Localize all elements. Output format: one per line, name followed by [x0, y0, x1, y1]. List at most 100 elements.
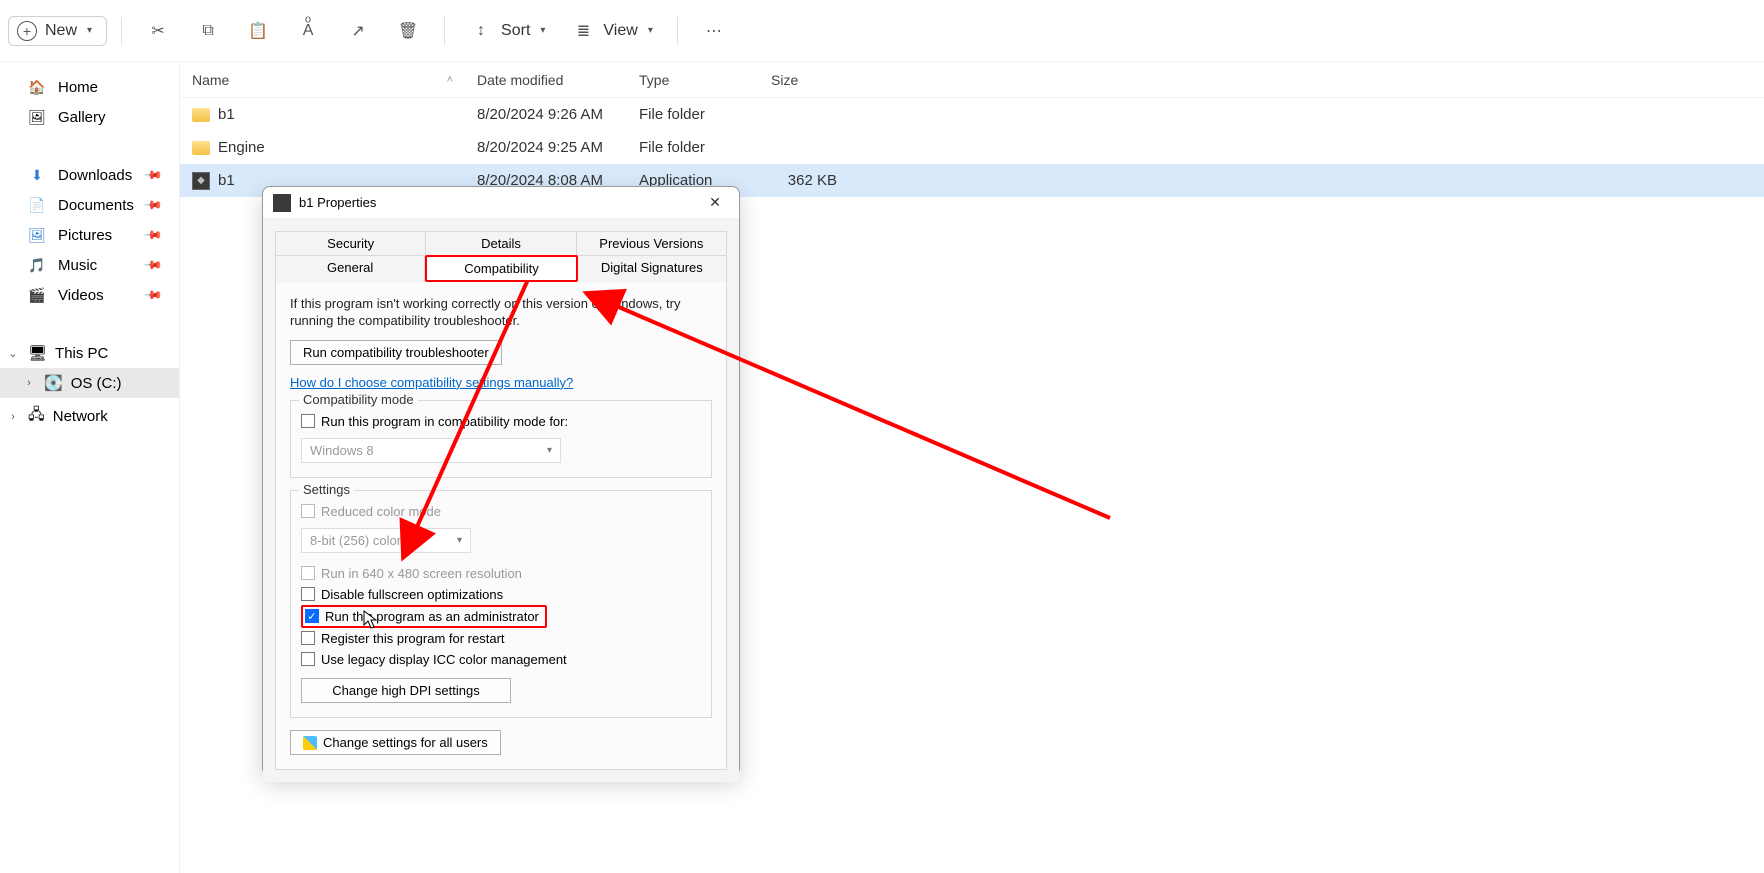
copy-button[interactable]: ⧉ — [186, 16, 230, 46]
compatibility-mode-group: Compatibility mode Run this program in c… — [290, 400, 712, 478]
help-link[interactable]: How do I choose compatibility settings m… — [290, 375, 573, 390]
button-label: Change settings for all users — [323, 735, 488, 750]
drive-icon: 💽 — [44, 374, 63, 392]
tab-digital-signatures[interactable]: Digital Signatures — [578, 255, 727, 282]
rename-button[interactable]: Aͦ — [286, 16, 330, 46]
group-title: Compatibility mode — [299, 392, 418, 407]
sort-button[interactable]: ↕ Sort ▾ — [459, 16, 555, 46]
nav-documents[interactable]: 📄Documents📌 — [0, 190, 179, 220]
paste-icon: 📋 — [246, 21, 270, 41]
col-name[interactable]: Name ˄ — [180, 72, 465, 88]
new-button[interactable]: + New ▾ — [8, 16, 107, 46]
checkbox-icon — [301, 652, 315, 666]
tab-details[interactable]: Details — [426, 231, 576, 255]
pin-icon: 📌 — [143, 225, 163, 245]
tab-security[interactable]: Security — [275, 231, 426, 255]
view-button[interactable]: ≣ View ▾ — [561, 15, 662, 47]
nav-network[interactable]: ›🖧Network — [0, 398, 179, 435]
compat-mode-select[interactable]: Windows 8 ▾ — [301, 438, 561, 463]
checkbox-label: Disable fullscreen optimizations — [321, 587, 503, 602]
settings-group: Settings Reduced color mode 8-bit (256) … — [290, 490, 712, 718]
cut-button[interactable]: ✂ — [136, 15, 180, 47]
tab-general[interactable]: General — [275, 255, 425, 282]
plus-icon: + — [17, 21, 37, 41]
chevron-down-icon: ▾ — [648, 25, 653, 36]
register-restart-checkbox[interactable]: Register this program for restart — [301, 628, 701, 649]
change-all-users-button[interactable]: Change settings for all users — [290, 730, 501, 756]
nav-music[interactable]: 🎵Music📌 — [0, 250, 179, 280]
rename-icon: Aͦ — [296, 22, 320, 40]
file-type: File folder — [627, 106, 759, 123]
nav-label: This PC — [55, 345, 108, 362]
pin-icon: 📌 — [143, 165, 163, 185]
col-size[interactable]: Size — [759, 72, 849, 88]
col-date[interactable]: Date modified — [465, 72, 627, 88]
nav-videos[interactable]: 🎬 Videos 📌 — [0, 280, 179, 310]
compat-mode-checkbox[interactable]: Run this program in compatibility mode f… — [301, 411, 701, 432]
table-row[interactable]: Engine8/20/2024 9:25 AMFile folder — [180, 131, 1764, 164]
pc-icon: 🖥 — [28, 344, 47, 362]
nav-this-pc[interactable]: ⌄ 🖥 This PC — [0, 338, 179, 368]
share-button[interactable]: ↗ — [336, 15, 380, 47]
col-label: Name — [192, 72, 229, 88]
nav-label: Downloads — [58, 167, 132, 184]
table-row[interactable]: b18/20/2024 9:26 AMFile folder — [180, 98, 1764, 131]
documents-icon: 📄 — [28, 196, 46, 214]
nav-label: Videos — [58, 287, 104, 304]
paste-button[interactable]: 📋 — [236, 15, 280, 47]
sort-indicator-icon: ˄ — [447, 74, 453, 86]
nav-label: Pictures — [58, 227, 112, 244]
file-date: 8/20/2024 9:25 AM — [465, 139, 627, 156]
checkbox-icon — [301, 566, 315, 580]
delete-button[interactable]: 🗑 — [386, 15, 430, 47]
nav-home[interactable]: 🏠Home — [0, 72, 179, 102]
close-button[interactable]: ✕ — [701, 191, 729, 215]
view-icon: ≣ — [571, 21, 595, 41]
run-troubleshooter-button[interactable]: Run compatibility troubleshooter — [290, 340, 502, 365]
nav-gallery[interactable]: 🖼Gallery — [0, 102, 179, 132]
group-title: Settings — [299, 482, 354, 497]
dialog-titlebar[interactable]: b1 Properties ✕ — [263, 187, 739, 219]
run-as-admin-highlight: ✓ Run this program as an administrator — [301, 605, 547, 628]
videos-icon: 🎬 — [28, 286, 46, 304]
checkbox-label: Run this program as an administrator — [325, 609, 539, 624]
run-as-admin-checkbox[interactable]: ✓ Run this program as an administrator — [305, 609, 539, 624]
tab-content: If this program isn't working correctly … — [275, 282, 727, 770]
sort-icon: ↕ — [469, 22, 493, 40]
home-icon: 🏠 — [28, 78, 46, 96]
file-type: File folder — [627, 139, 759, 156]
collapse-icon[interactable]: ⌄ — [6, 347, 20, 360]
file-size: 362 KB — [759, 172, 849, 189]
delete-icon: 🗑 — [396, 21, 420, 41]
run-640x480-checkbox: Run in 640 x 480 screen resolution — [301, 563, 701, 584]
select-value: Windows 8 — [310, 443, 374, 458]
checkbox-icon — [301, 504, 315, 518]
more-button[interactable]: ⋯ — [692, 15, 736, 47]
nav-pictures[interactable]: 🖼Pictures📌 — [0, 220, 179, 250]
col-type[interactable]: Type — [627, 72, 759, 88]
folder-icon — [192, 141, 210, 155]
tab-compatibility[interactable]: Compatibility — [425, 255, 577, 282]
separator — [677, 17, 678, 45]
column-headers: Name ˄ Date modified Type Size — [180, 62, 1764, 98]
copy-icon: ⧉ — [196, 22, 220, 40]
file-name: b1 — [218, 106, 235, 123]
network-icon: 🖧 — [28, 404, 45, 429]
legacy-icc-checkbox[interactable]: Use legacy display ICC color management — [301, 649, 701, 670]
select-value: 8-bit (256) color — [310, 533, 401, 548]
toolbar: + New ▾ ✂ ⧉ 📋 Aͦ ↗ 🗑 ↕ Sort ▾ ≣ View ▾ ⋯ — [0, 0, 1764, 62]
downloads-icon: ⬇ — [28, 166, 46, 184]
pin-icon: 📌 — [143, 285, 163, 305]
music-icon: 🎵 — [28, 256, 46, 274]
nav-downloads[interactable]: ⬇ Downloads 📌 — [0, 160, 179, 190]
expand-icon[interactable]: › — [22, 377, 36, 389]
nav-pane: 🏠Home 🖼Gallery ⬇Downloads📌 📄Documents📌 🖼… — [0, 62, 180, 873]
tab-previous-versions[interactable]: Previous Versions — [577, 231, 727, 255]
checkbox-label: Register this program for restart — [321, 631, 505, 646]
expand-icon[interactable]: › — [6, 411, 20, 423]
nav-os-c[interactable]: ›💽OS (C:) — [0, 368, 179, 398]
properties-dialog: b1 Properties ✕ Security Details Previou… — [262, 186, 740, 776]
view-label: View — [603, 22, 637, 40]
disable-fullscreen-checkbox[interactable]: Disable fullscreen optimizations — [301, 584, 701, 605]
change-dpi-button[interactable]: Change high DPI settings — [301, 678, 511, 703]
